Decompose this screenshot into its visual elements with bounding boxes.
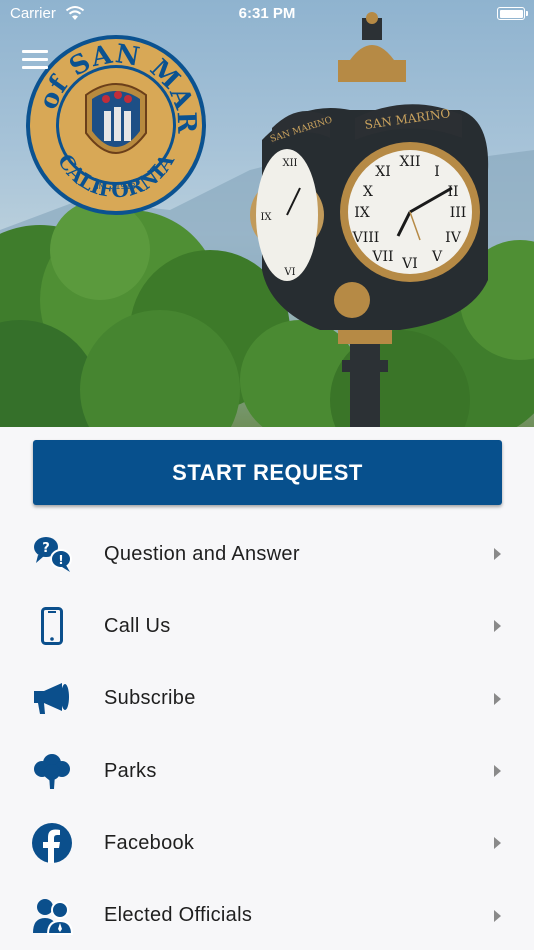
city-seal-logo: CITY of SAN MARINO CALIFORNIA INC. 1913: [24, 33, 206, 215]
svg-text:VII: VII: [371, 249, 393, 265]
svg-text:IX: IX: [354, 205, 370, 221]
svg-text:V: V: [431, 249, 443, 265]
svg-text:III: III: [450, 205, 467, 221]
hamburger-menu-button[interactable]: [22, 50, 50, 74]
svg-text:X: X: [363, 184, 373, 200]
svg-text:XII: XII: [399, 154, 420, 170]
menu-item-label: Facebook: [104, 831, 195, 854]
chevron-right-icon: [494, 909, 501, 922]
menu-list: ? ! Question and Answer Call Us Subscrib…: [0, 518, 534, 950]
megaphone-icon: [30, 677, 74, 721]
menu-item-label: Subscribe: [104, 687, 196, 710]
start-request-button[interactable]: START REQUEST: [33, 440, 502, 505]
menu-line-icon: [22, 66, 48, 69]
svg-text:II: II: [447, 184, 458, 200]
menu-line-icon: [22, 58, 48, 61]
clock-time: 6:31 PM: [238, 5, 296, 22]
menu-item-label: Question and Answer: [104, 542, 300, 565]
facebook-icon: [30, 821, 74, 865]
status-bar: Carrier 6:31 PM: [0, 0, 534, 28]
svg-text:?: ?: [42, 541, 50, 556]
menu-item-label: Elected Officials: [104, 904, 253, 927]
chevron-right-icon: [494, 620, 501, 633]
phone-icon: [30, 604, 74, 648]
menu-item-label: Call Us: [104, 614, 171, 637]
menu-item-call-us[interactable]: Call Us: [0, 590, 534, 662]
battery-icon: [497, 7, 528, 20]
svg-text:XII: XII: [282, 158, 297, 169]
tree-icon: [30, 749, 74, 793]
svg-text:XI: XI: [375, 164, 391, 180]
svg-text:!: !: [58, 553, 63, 567]
svg-text:IV: IV: [445, 230, 462, 246]
menu-item-elected-officials[interactable]: Elected Officials: [0, 879, 534, 950]
chevron-right-icon: [494, 765, 501, 778]
chevron-right-icon: [494, 692, 501, 705]
start-request-label: START REQUEST: [172, 459, 363, 485]
question-answer-icon: ? !: [30, 532, 74, 576]
menu-line-icon: [22, 50, 48, 53]
menu-item-question-answer[interactable]: ? ! Question and Answer: [0, 518, 534, 590]
chevron-right-icon: [494, 837, 501, 850]
menu-item-facebook[interactable]: Facebook: [0, 807, 534, 879]
seal-inc-text: INC. 1913: [96, 182, 135, 191]
menu-item-label: Parks: [104, 759, 157, 782]
svg-text:IX: IX: [260, 212, 272, 223]
menu-item-parks[interactable]: Parks: [0, 735, 534, 807]
chevron-right-icon: [494, 548, 501, 561]
officials-icon: [30, 894, 74, 938]
svg-text:VIII: VIII: [352, 230, 380, 246]
svg-text:I: I: [434, 164, 440, 180]
menu-item-subscribe[interactable]: Subscribe: [0, 663, 534, 735]
svg-text:VI: VI: [283, 267, 295, 278]
svg-text:VI: VI: [401, 256, 418, 272]
